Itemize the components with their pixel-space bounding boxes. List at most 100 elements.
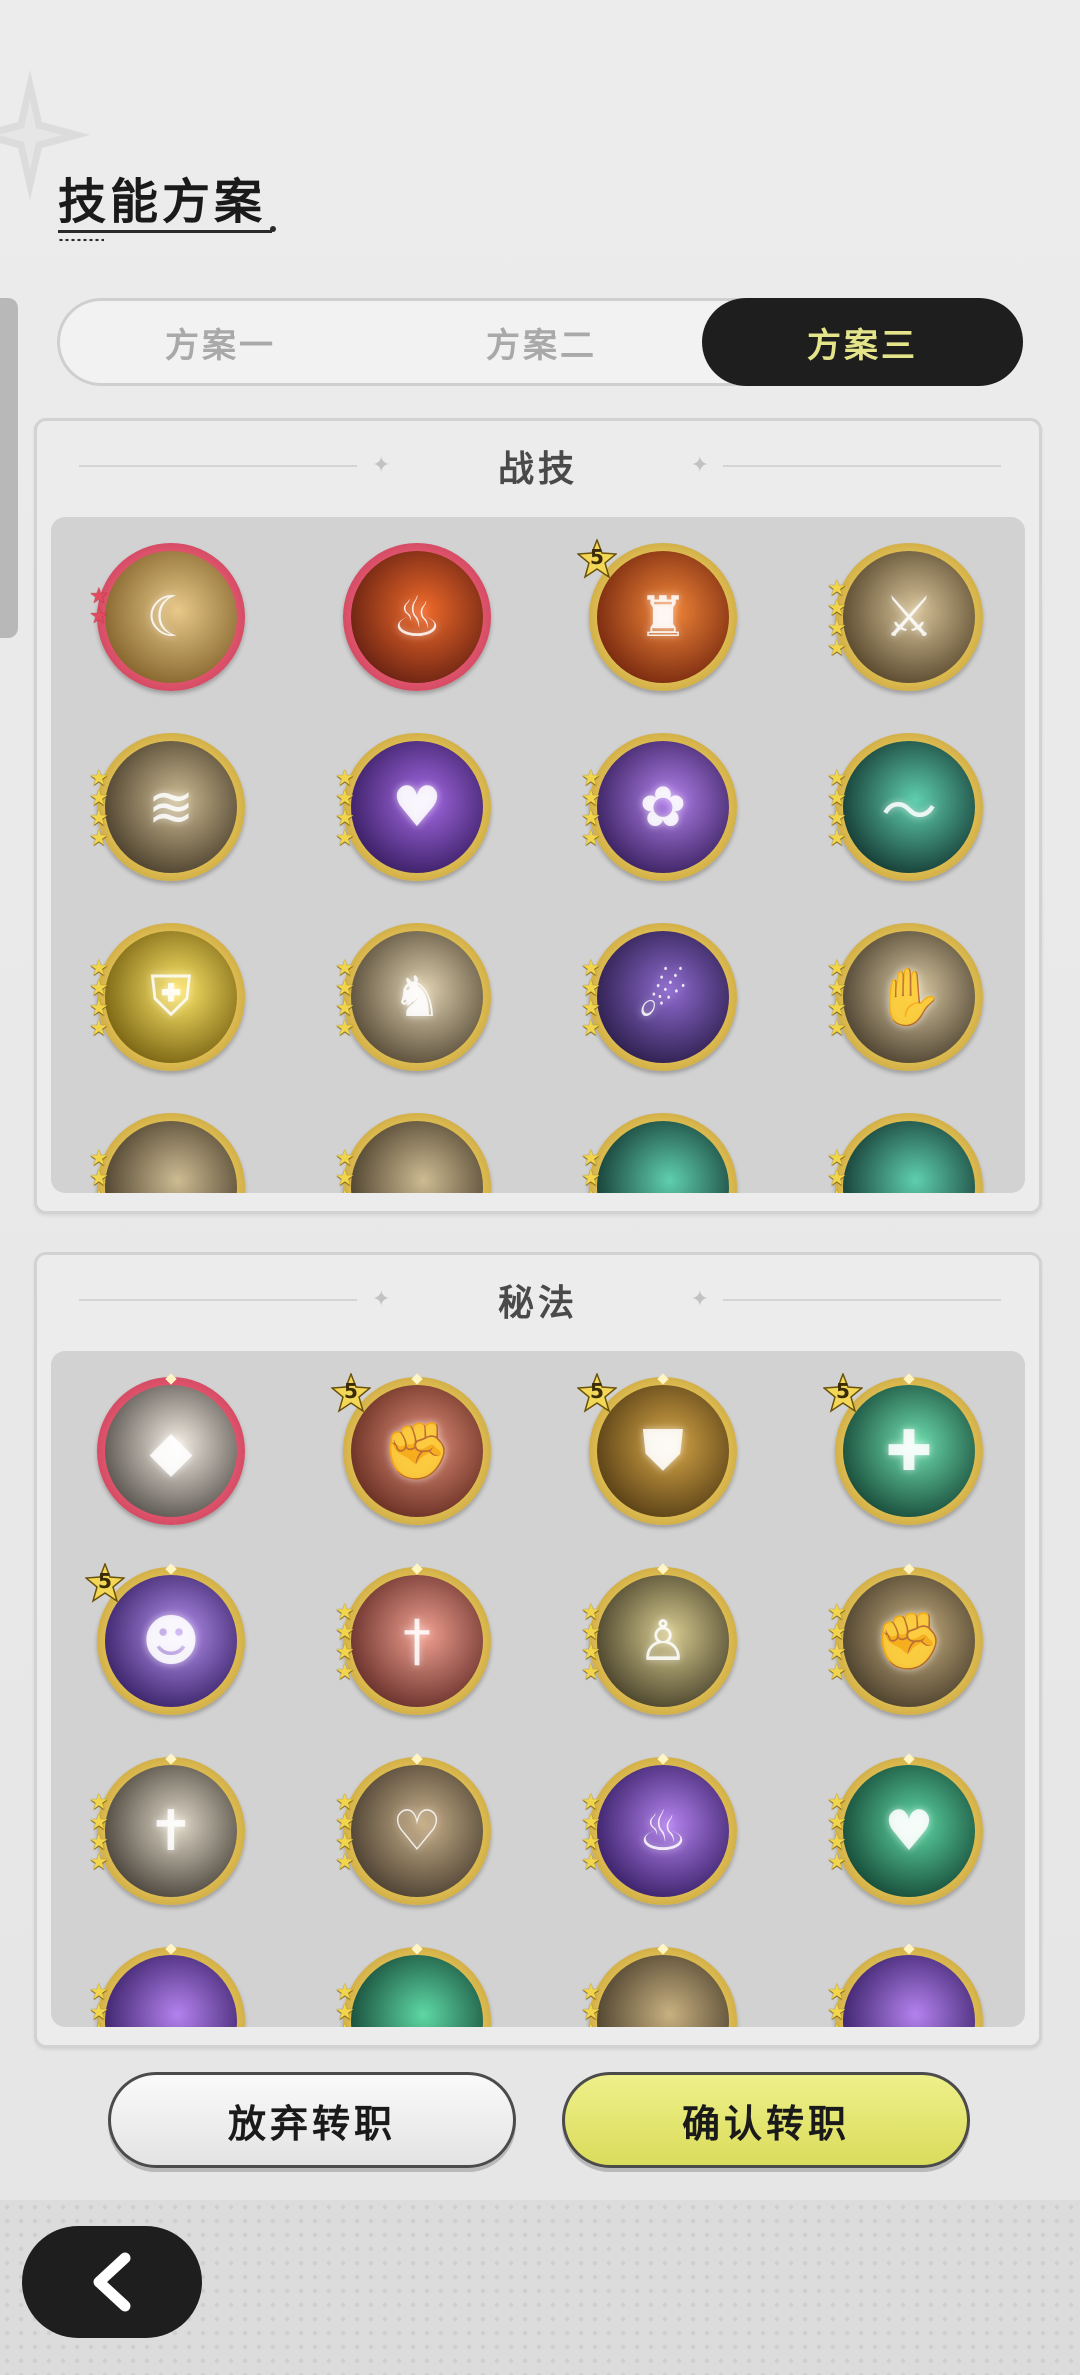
star-rating: ★★★★ xyxy=(335,1602,359,1685)
star-icon: ★ xyxy=(335,1660,355,1685)
badge-number: 5 xyxy=(344,1379,358,1403)
section-title: 战技 xyxy=(497,449,578,490)
star-rating: ★★★★ xyxy=(827,578,851,661)
confirm-job-change-button[interactable]: 确认转职 xyxy=(562,2072,970,2168)
heart-shield-icon: ♡ xyxy=(351,1765,483,1897)
skill-slot[interactable]: 〜 ★ ★ ★ ★ xyxy=(827,733,983,881)
rose-burst-icon: ✿ xyxy=(597,741,729,873)
skill-glyph: ✊ xyxy=(874,1609,944,1674)
star-icon: ★ xyxy=(581,1016,601,1041)
sword-strike-icon: ⚔ xyxy=(843,551,975,683)
skill-slot[interactable]: ♥ ★ ★ ★ ★ xyxy=(827,1753,983,1905)
skill-slot[interactable]: † ★ ★ ★ ★ xyxy=(335,1563,491,1715)
skill-glyph: ⚔ xyxy=(883,584,935,650)
skill-glyph: 〜 xyxy=(881,779,937,845)
golden-shield-icon: ⛨ xyxy=(105,931,237,1063)
sparkle-icon: ✦ xyxy=(690,1287,709,1312)
skill-glyph: ♨ xyxy=(391,584,443,650)
skill-glyph xyxy=(843,1955,975,2027)
star-icon: ★ xyxy=(89,1188,113,1194)
star-icon: ★ xyxy=(581,1850,601,1875)
combat-skill-grid[interactable]: ☾ ★ ★ ♨ ♜ 5 ⚔ ★ ★ ★ ★ ≋ ★ ★ ★ ★ ♥ ★ ★ ★ ★ ✿ ★ ★ ★ ★ 〜 ★ ★ ★ ★ ⛨ ★ ★ ★ ★ ♞ ★ ★ ★… xyxy=(51,517,1025,1193)
skill-slot[interactable]: ★★★★ xyxy=(827,1943,983,2027)
skill-glyph: ♡ xyxy=(391,1798,443,1864)
star-icon: ★ xyxy=(827,1016,847,1041)
skill-glyph: ◆ xyxy=(149,1418,193,1484)
star-icon: ★ xyxy=(89,604,109,629)
partial-skill-icon xyxy=(105,1955,237,2027)
tab-plan-2[interactable]: 方案二 xyxy=(381,301,702,383)
grasping-hand-icon: ✋ xyxy=(843,931,975,1063)
skill-glyph: † xyxy=(403,1608,431,1674)
star-rating: ★★★★ xyxy=(89,1148,113,1194)
star-rating: ★★★★ xyxy=(335,1792,359,1874)
back-button[interactable] xyxy=(22,2226,202,2338)
skill-slot[interactable]: ★★★★ xyxy=(581,1113,737,1193)
skill-slot[interactable]: ★★★★ xyxy=(581,1943,737,2027)
partial-skill-icon xyxy=(843,1121,975,1193)
arcane-heart-icon: ♥ xyxy=(351,741,483,873)
skill-slot[interactable]: ☄ ★ ★ ★ ★ xyxy=(581,923,737,1071)
plan-tabs: 方案一 方案二 方案三 xyxy=(57,298,1023,386)
star-rating: ★★★★ xyxy=(827,1792,851,1874)
tab-plan-3[interactable]: 方案三 xyxy=(702,298,1023,386)
skill-glyph: ♨ xyxy=(637,1798,689,1864)
arcana-skill-grid[interactable]: ◆ ✊ 5 ⛊ 5 ✚ 5 ☻ 5 † ★ ★ ★ ★ ♙ ★ ★ ★ ★ ✊ ★ ★ ★ ★ ✝ ★ ★ ★ ★ ♡ ★ ★ ★ ★ ♨ ★ ★ ★ ★ ♥… xyxy=(51,1351,1025,2027)
skill-glyph xyxy=(351,1121,483,1193)
blade-orb-icon: ◆ xyxy=(105,1385,237,1517)
skill-slot[interactable]: ≋ ★ ★ ★ ★ xyxy=(89,733,245,881)
skill-slot[interactable]: ♥ ★ ★ ★ ★ xyxy=(335,733,491,881)
skill-glyph xyxy=(105,1955,237,2027)
skill-slot[interactable]: ★★★★ xyxy=(89,1113,245,1193)
red-sword-icon: † xyxy=(351,1575,483,1707)
beast-charge-icon: ♞ xyxy=(351,931,483,1063)
skill-slot[interactable]: ♙ ★ ★ ★ ★ xyxy=(581,1563,737,1715)
skill-glyph xyxy=(597,1955,729,2027)
panel-header: ✦ 秘法 ✦ xyxy=(37,1255,1039,1345)
skill-glyph: ♥ xyxy=(391,774,443,840)
skill-slot[interactable]: ⚔ ★ ★ ★ ★ xyxy=(827,543,983,691)
wind-slash-icon: ≋ xyxy=(105,741,237,873)
skill-slot[interactable]: ⛨ ★ ★ ★ ★ xyxy=(89,923,245,1071)
partial-skill-icon xyxy=(843,1955,975,2027)
skill-slot[interactable]: ☾ ★ ★ xyxy=(89,543,245,691)
skill-slot[interactable]: ⛊ 5 xyxy=(577,1373,737,1525)
combat-skills-panel: ✦ 战技 ✦ ☾ ★ ★ ♨ ♜ 5 ⚔ ★ ★ ★ ★ ≋ ★ ★ ★ ★ ♥ ★ ★ ★ ★ ✿ ★ ★ ★ ★ 〜 ★ ★ ★ ★ ⛨ ★… xyxy=(34,418,1042,1214)
skill-slot[interactable]: ★★★★ xyxy=(89,1943,245,2027)
golem-icon: ♙ xyxy=(597,1575,729,1707)
skill-slot[interactable]: ✚ 5 xyxy=(823,1373,983,1525)
skill-glyph: ♙ xyxy=(637,1608,689,1674)
skill-slot[interactable]: ♡ ★ ★ ★ ★ xyxy=(335,1753,491,1905)
skill-slot[interactable]: ♜ 5 xyxy=(577,539,737,691)
skill-slot[interactable]: ✝ ★ ★ ★ ★ xyxy=(89,1753,245,1905)
sparkle-icon: ✦ xyxy=(372,1287,391,1312)
star-rating: ★★★★ xyxy=(335,1982,359,2028)
skill-slot[interactable]: ☻ 5 xyxy=(85,1563,245,1715)
skill-slot[interactable]: ♞ ★ ★ ★ ★ xyxy=(335,923,491,1071)
star-rating: ★★★★ xyxy=(581,958,605,1041)
skill-slot[interactable]: ♨ xyxy=(343,543,491,691)
skill-slot[interactable]: ♨ ★ ★ ★ ★ xyxy=(581,1753,737,1905)
skill-glyph: ≋ xyxy=(147,774,195,840)
star-rating: ★★★★ xyxy=(89,768,113,850)
skill-slot[interactable]: ◆ xyxy=(97,1373,245,1525)
skill-glyph xyxy=(843,1121,975,1193)
skill-slot[interactable]: ✋ ★ ★ ★ ★ xyxy=(827,923,983,1071)
skill-slot[interactable]: ✊ ★ ★ ★ ★ xyxy=(827,1563,983,1715)
partial-skill-icon xyxy=(351,1121,483,1193)
skill-slot[interactable]: ★★★★ xyxy=(827,1113,983,1193)
partial-skill-icon xyxy=(351,1955,483,2027)
star-rating: ★★★★ xyxy=(581,1792,605,1875)
star-icon: ★ xyxy=(581,1188,605,1194)
star-rating: ★★★★ xyxy=(827,1982,851,2028)
side-drawer-handle[interactable] xyxy=(0,298,18,638)
abandon-job-change-button[interactable]: 放弃转职 xyxy=(108,2072,516,2168)
tab-plan-1[interactable]: 方案一 xyxy=(60,301,381,383)
skill-slot[interactable]: ✿ ★ ★ ★ ★ xyxy=(581,733,737,881)
star-icon: ★ xyxy=(827,636,847,661)
skill-slot[interactable]: ✊ 5 xyxy=(331,1373,491,1525)
skill-slot[interactable]: ★★★★ xyxy=(335,1113,491,1193)
skill-slot[interactable]: ★★★★ xyxy=(335,1943,491,2027)
divider-line xyxy=(723,465,1001,467)
skill-glyph xyxy=(351,1955,483,2027)
